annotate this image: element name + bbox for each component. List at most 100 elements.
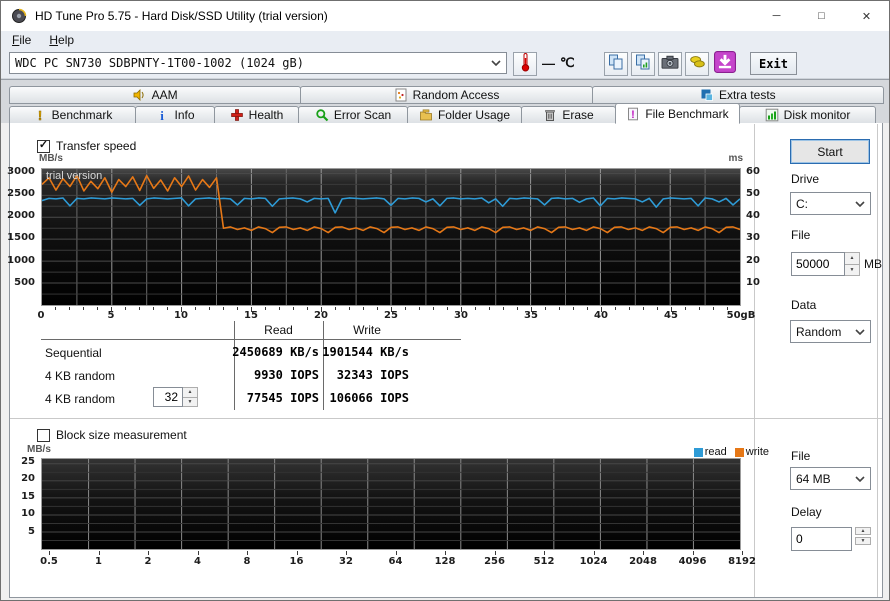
- folder-icon: [420, 109, 432, 121]
- x-axis-tick: 128: [434, 556, 456, 567]
- spin-up-icon[interactable]: ▲: [855, 527, 871, 535]
- chevron-down-icon: [855, 200, 865, 207]
- x-axis-tick: 4096: [678, 556, 707, 567]
- x-tick-mark: [643, 307, 644, 310]
- temperature-unit: ℃: [560, 55, 575, 70]
- x-tick-mark: [573, 307, 574, 310]
- x-tick-mark: [559, 307, 560, 310]
- menu-help[interactable]: Help: [40, 32, 83, 48]
- x-tick-mark: [346, 551, 347, 555]
- row-sequential-write: 1901544 KB/s: [322, 345, 409, 359]
- svg-text:!: !: [37, 108, 41, 122]
- minimize-button[interactable]: ─: [754, 1, 799, 31]
- spin-down-icon[interactable]: ▼: [855, 537, 871, 545]
- tab-extra-tests-label: Extra tests: [718, 88, 776, 102]
- x-tick-mark: [279, 307, 280, 310]
- tab-random-access-label: Random Access: [412, 88, 500, 102]
- info-icon: i: [161, 108, 165, 122]
- title-bar: HD Tune Pro 5.75 - Hard Disk/SSD Utility…: [1, 1, 889, 31]
- svg-text:!: !: [631, 109, 635, 121]
- menu-file[interactable]: File: [3, 32, 40, 48]
- tab-benchmark[interactable]: ! Benchmark: [9, 106, 136, 124]
- x-tick-mark: [489, 307, 490, 310]
- y-axis-tick: 5: [28, 525, 35, 537]
- data-pattern-value: Random: [796, 324, 842, 339]
- x-axis-tick: 4: [194, 556, 201, 567]
- x-axis-tick: 512: [533, 556, 555, 567]
- main-chart-right-unit: ms: [728, 153, 743, 164]
- drive-label: Drive: [791, 172, 820, 186]
- tab-health[interactable]: Health: [214, 106, 299, 124]
- y-axis-tick-right: 60: [746, 165, 760, 177]
- extra-tests-icon: [701, 89, 713, 101]
- camera-icon: [661, 54, 679, 75]
- x-tick-mark: [531, 307, 532, 312]
- temperature-value: —: [542, 55, 555, 71]
- x-tick-mark: [405, 307, 406, 310]
- start-button[interactable]: Start: [790, 139, 870, 164]
- tab-benchmark-label: Benchmark: [51, 108, 113, 122]
- tab-error-scan-label: Error Scan: [333, 108, 392, 122]
- x-tick-mark: [363, 307, 364, 310]
- tab-extra-tests[interactable]: Extra tests: [591, 86, 884, 104]
- download-button[interactable]: [713, 50, 737, 76]
- tab-folder-usage[interactable]: Folder Usage: [407, 106, 522, 124]
- x-tick-mark: [693, 551, 694, 555]
- block-file-value: 64 MB: [796, 471, 831, 486]
- x-tick-mark: [495, 551, 496, 555]
- y-axis-tick-right: 30: [746, 232, 760, 244]
- x-axis-tick: 1024: [579, 556, 608, 567]
- drive-combobox[interactable]: WDC PC SN730 SDBPNTY-1T00-1002 (1024 gB): [9, 52, 507, 74]
- disk-monitor-icon: [765, 108, 778, 122]
- data-pattern-select[interactable]: Random: [790, 320, 871, 343]
- copy-text-button[interactable]: [604, 52, 628, 76]
- x-tick-mark: [247, 551, 248, 555]
- x-axis-tick: 256: [484, 556, 505, 567]
- tab-error-scan[interactable]: Error Scan: [298, 106, 408, 124]
- screenshot-button[interactable]: [658, 52, 682, 76]
- legend-write-label: write: [745, 446, 769, 458]
- tab-disk-monitor[interactable]: Disk monitor: [739, 106, 876, 124]
- file-size-spinner[interactable]: 50000 ▲ ▼: [791, 252, 860, 276]
- file-benchmark-icon: !: [628, 107, 639, 121]
- y-axis-tick: 1000: [7, 254, 35, 266]
- spin-down-icon[interactable]: ▼: [845, 263, 859, 275]
- tab-random-access[interactable]: Random Access: [300, 86, 593, 104]
- save-results-button[interactable]: [685, 52, 709, 76]
- tab-aam[interactable]: AAM: [9, 86, 302, 104]
- tab-erase[interactable]: Erase: [521, 106, 616, 124]
- random-access-icon: [395, 88, 407, 102]
- y-axis-tick: 25: [21, 455, 35, 467]
- x-axis-tick: 0: [37, 310, 45, 321]
- tab-file-benchmark[interactable]: ! File Benchmark: [615, 103, 740, 124]
- chevron-down-icon: [855, 328, 865, 335]
- drive-select[interactable]: C:: [790, 192, 871, 215]
- exit-button[interactable]: Exit: [750, 52, 797, 75]
- x-tick-mark: [629, 307, 630, 310]
- spin-up-icon[interactable]: ▲: [845, 253, 859, 264]
- block-size-chart: [41, 458, 741, 550]
- x-tick-mark: [396, 551, 397, 555]
- x-tick-mark: [49, 551, 50, 555]
- legend-read: read: [693, 446, 727, 458]
- tab-info[interactable]: i Info: [135, 106, 215, 124]
- delay-spinner[interactable]: 0: [791, 527, 852, 551]
- x-tick-mark: [349, 307, 350, 310]
- close-button[interactable]: ✕: [844, 1, 889, 31]
- x-tick-mark: [657, 307, 658, 310]
- trial-watermark: trial version: [46, 170, 103, 182]
- temperature-button[interactable]: [513, 52, 537, 76]
- thermometer-icon: [519, 52, 532, 77]
- maximize-button[interactable]: □: [799, 1, 844, 31]
- x-tick-mark: [181, 307, 182, 312]
- x-tick-mark: [742, 551, 743, 555]
- block-size-checkbox[interactable]: [37, 428, 50, 442]
- table-header-read: Read: [264, 323, 293, 337]
- transfer-speed-chart: trial version: [41, 168, 741, 306]
- x-tick-mark: [685, 307, 686, 310]
- write-swatch: [734, 447, 744, 457]
- copy-image-button[interactable]: [631, 52, 655, 76]
- transfer-speed-checkbox[interactable]: ✓: [37, 139, 50, 153]
- x-tick-mark: [545, 307, 546, 310]
- block-file-select[interactable]: 64 MB: [790, 467, 871, 490]
